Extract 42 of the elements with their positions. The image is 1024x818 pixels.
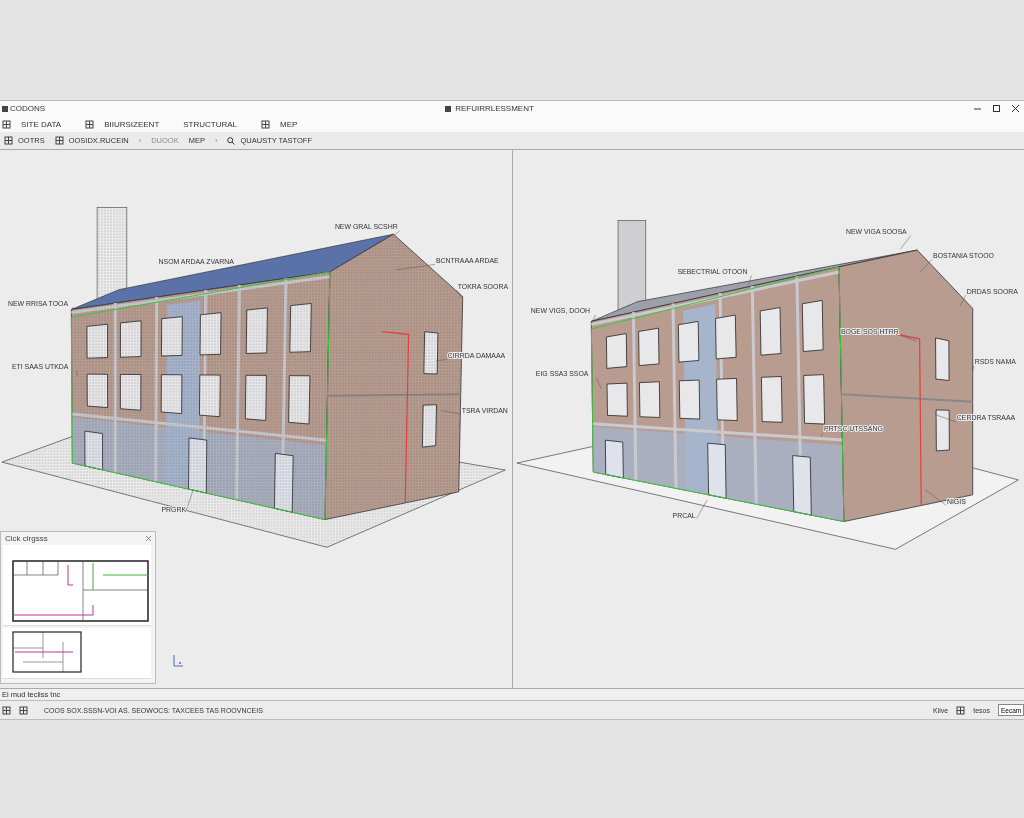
leader-line [235, 265, 238, 273]
leader-line [934, 414, 956, 423]
menu-item[interactable]: BIIURSIZEENT [85, 119, 160, 129]
menu-item[interactable]: STRUCTURAL [183, 119, 238, 129]
leader-line [748, 275, 752, 285]
search-icon [227, 136, 236, 145]
leader-line [959, 294, 966, 307]
leader-line [899, 235, 911, 250]
grid-icon [4, 136, 13, 145]
panel-title: Cick clrgsss [5, 534, 48, 543]
window-title: REFUIRRLESSMENT [455, 104, 534, 113]
menu-item[interactable]: SITE DATA [2, 119, 62, 129]
grid-icon [261, 119, 271, 129]
grid-icon [85, 119, 95, 129]
leader-line [393, 230, 400, 237]
panel-icon [19, 705, 28, 715]
layout-icon [2, 705, 11, 715]
maximize-icon [993, 105, 1000, 112]
leader-line [396, 264, 436, 271]
leader-line [924, 489, 946, 506]
leader-line [440, 410, 461, 415]
leader-line [456, 289, 462, 298]
menu-item[interactable]: MEP [261, 119, 298, 129]
axis-icon [172, 654, 184, 668]
close-icon[interactable] [146, 536, 151, 541]
close-icon [1012, 105, 1019, 112]
app-icon [2, 105, 8, 112]
leader-line [919, 259, 932, 273]
grid-icon [2, 119, 11, 129]
leader-line [71, 306, 73, 312]
minimize-icon [974, 105, 981, 112]
leader-line [695, 499, 707, 520]
grid-icon [956, 705, 966, 715]
leader-line [435, 359, 448, 362]
leader-line [900, 335, 917, 342]
leader-line [590, 314, 596, 324]
document-icon [445, 105, 452, 112]
leader-line [820, 432, 823, 437]
grid-icon [54, 136, 64, 145]
leader-line [972, 365, 974, 372]
leader-line [595, 377, 601, 390]
app-label: CODONS [10, 104, 46, 113]
